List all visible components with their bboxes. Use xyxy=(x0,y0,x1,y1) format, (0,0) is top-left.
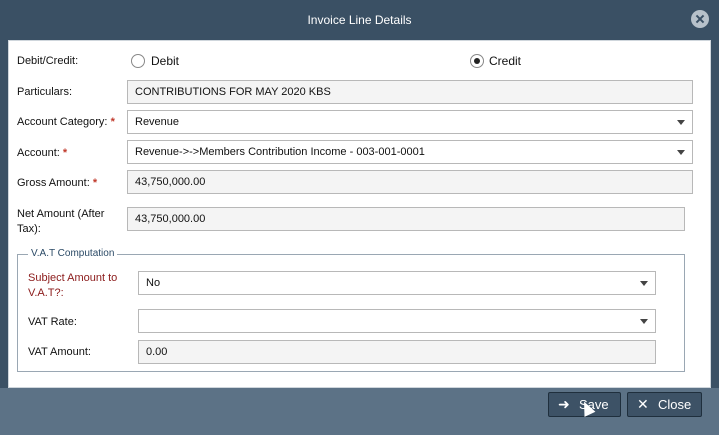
required-mark: * xyxy=(92,177,98,189)
account-label: Account: * xyxy=(17,146,67,161)
close-button[interactable]: ✕ Close xyxy=(627,392,702,417)
vat-rate-label: VAT Rate: xyxy=(28,316,77,328)
invoice-line-dialog: Invoice Line Details Debit/Credit: Debit… xyxy=(0,0,719,435)
debit-radio[interactable] xyxy=(131,54,145,68)
subject-amount-label: Subject Amount to V.A.T?: xyxy=(28,271,117,301)
chevron-down-icon xyxy=(677,120,685,125)
debit-radio-label[interactable]: Debit xyxy=(151,54,179,69)
dialog-titlebar: Invoice Line Details xyxy=(0,0,719,40)
net-amount-input[interactable]: 43,750,000.00 xyxy=(127,207,685,231)
dialog-title: Invoice Line Details xyxy=(307,13,412,27)
sign-in-icon: ➜ xyxy=(558,396,570,412)
subject-amount-select[interactable]: No xyxy=(138,271,656,295)
account-category-label-text: Account Category: xyxy=(17,116,108,128)
net-amount-label: Net Amount (After Tax): xyxy=(17,207,104,237)
subject-amount-label-line2: V.A.T?: xyxy=(28,287,64,299)
required-mark: * xyxy=(110,116,115,128)
close-icon[interactable] xyxy=(691,10,709,28)
vat-computation-legend: V.A.T Computation xyxy=(28,248,118,259)
vat-rate-select[interactable] xyxy=(138,309,656,333)
chevron-down-icon xyxy=(640,281,648,286)
subject-amount-label-line1: Subject Amount to xyxy=(28,272,118,284)
x-icon: ✕ xyxy=(637,396,649,412)
vat-amount-label: VAT Amount: xyxy=(28,346,91,358)
particulars-label: Particulars: xyxy=(17,86,73,98)
debit-credit-label: Debit/Credit: xyxy=(17,55,79,67)
required-mark: * xyxy=(62,147,68,159)
close-button-label: Close xyxy=(658,397,692,412)
credit-radio[interactable] xyxy=(470,54,484,68)
account-category-select[interactable]: Revenue xyxy=(127,110,693,134)
gross-amount-label: Gross Amount: * xyxy=(17,176,97,191)
gross-amount-label-text: Gross Amount: xyxy=(17,177,90,189)
account-value: Revenue->->Members Contribution Income -… xyxy=(135,146,425,158)
net-amount-label-line2: Tax): xyxy=(17,223,41,235)
account-select[interactable]: Revenue->->Members Contribution Income -… xyxy=(127,140,693,164)
account-category-label: Account Category: * xyxy=(17,115,115,130)
account-label-text: Account: xyxy=(17,147,60,159)
vat-amount-input[interactable]: 0.00 xyxy=(138,340,656,364)
particulars-input[interactable]: CONTRIBUTIONS FOR MAY 2020 KBS xyxy=(127,80,693,104)
credit-radio-label[interactable]: Credit xyxy=(489,54,521,69)
chevron-down-icon xyxy=(640,319,648,324)
account-category-value: Revenue xyxy=(135,116,180,128)
chevron-down-icon xyxy=(677,150,685,155)
gross-amount-input[interactable]: 43,750,000.00 xyxy=(127,170,693,194)
subject-amount-value: No xyxy=(146,277,161,289)
net-amount-label-line1: Net Amount (After xyxy=(17,208,105,220)
